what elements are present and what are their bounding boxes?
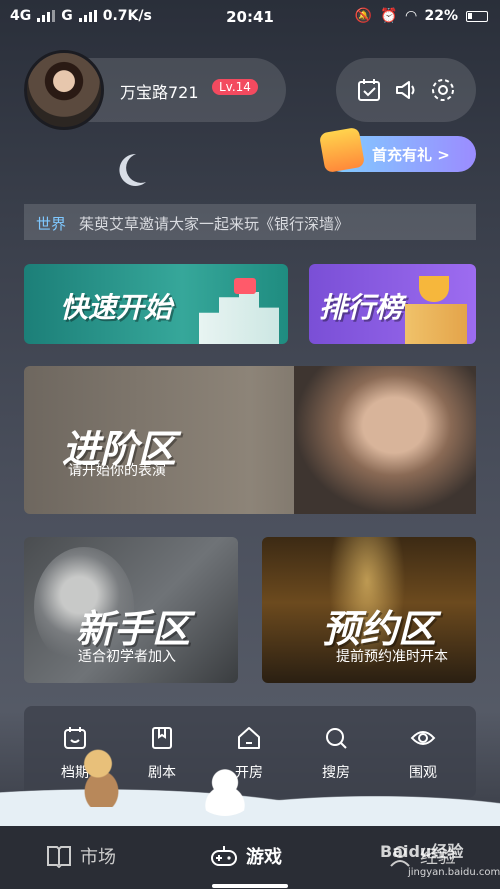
world-chat-ticker[interactable]: 世界 茱萸艾草邀请大家一起来玩《银行深墙》 <box>24 204 476 240</box>
gamepad-icon <box>211 846 237 866</box>
flag-icon <box>234 278 256 294</box>
calendar-check-icon[interactable] <box>355 76 383 104</box>
nav-game-label: 游戏 <box>246 847 282 868</box>
battery-icon <box>466 10 488 22</box>
level-badge: Lv.14 <box>212 79 258 95</box>
house-icon <box>238 727 260 749</box>
quick-start-card[interactable]: 快速开始 <box>24 264 288 344</box>
gear-icon[interactable] <box>429 76 457 104</box>
newbie-zone-title: 新手区 <box>76 607 191 651</box>
reserve-zone-title: 预约区 <box>322 607 437 651</box>
active-tab-indicator <box>212 884 288 888</box>
alarm-icon: ⏰ <box>380 8 398 24</box>
ticker-channel: 世界 <box>36 215 67 233</box>
watermark-url: jingyan.baidu.com <box>408 867 500 878</box>
reserve-zone-subtitle: 提前预约准时开本 <box>336 649 448 665</box>
script-icon <box>152 727 172 749</box>
snowman-illustration <box>195 768 255 816</box>
ticker-message: 茱萸艾草邀请大家一起来玩《银行深墙》 <box>79 215 350 233</box>
ranking-card[interactable]: 排行榜 <box>309 264 476 344</box>
ranking-title: 排行榜 <box>319 291 404 324</box>
quick-start-title: 快速开始 <box>60 291 173 324</box>
advanced-zone-subtitle: 请开始你的表演 <box>68 463 166 479</box>
nav-market[interactable]: 市场 <box>46 843 116 869</box>
mute-icon: 🔕 <box>354 8 373 24</box>
wifi-icon: ◠ <box>405 8 417 24</box>
gift-icon <box>318 126 366 174</box>
blocks-illustration <box>199 292 279 344</box>
username: 万宝路721 <box>120 83 199 102</box>
battery-level: 22% <box>424 8 458 24</box>
search-icon <box>326 728 347 749</box>
nav-game[interactable]: 游戏 <box>210 843 282 869</box>
first-recharge-label: 首充有礼 > <box>372 146 450 164</box>
status-bar: 4G G 0.7K/s 20:41 🔕 ⏰ ◠ 22% <box>0 0 500 34</box>
first-recharge-button[interactable]: 首充有礼 > <box>318 126 476 174</box>
trophy-icon <box>419 276 449 302</box>
speaker-icon[interactable] <box>392 76 420 104</box>
avatar[interactable] <box>24 50 104 130</box>
advanced-zone-image <box>294 366 476 514</box>
detective-illustration <box>70 745 140 807</box>
nav-market-label: 市场 <box>80 847 116 868</box>
newbie-zone-subtitle: 适合初学者加入 <box>78 649 176 665</box>
moon-icon <box>119 153 146 186</box>
podium-illustration <box>405 304 467 344</box>
eye-icon <box>410 731 436 745</box>
book-icon <box>47 846 71 868</box>
watermark-brand: Baidu经验 <box>380 842 464 861</box>
